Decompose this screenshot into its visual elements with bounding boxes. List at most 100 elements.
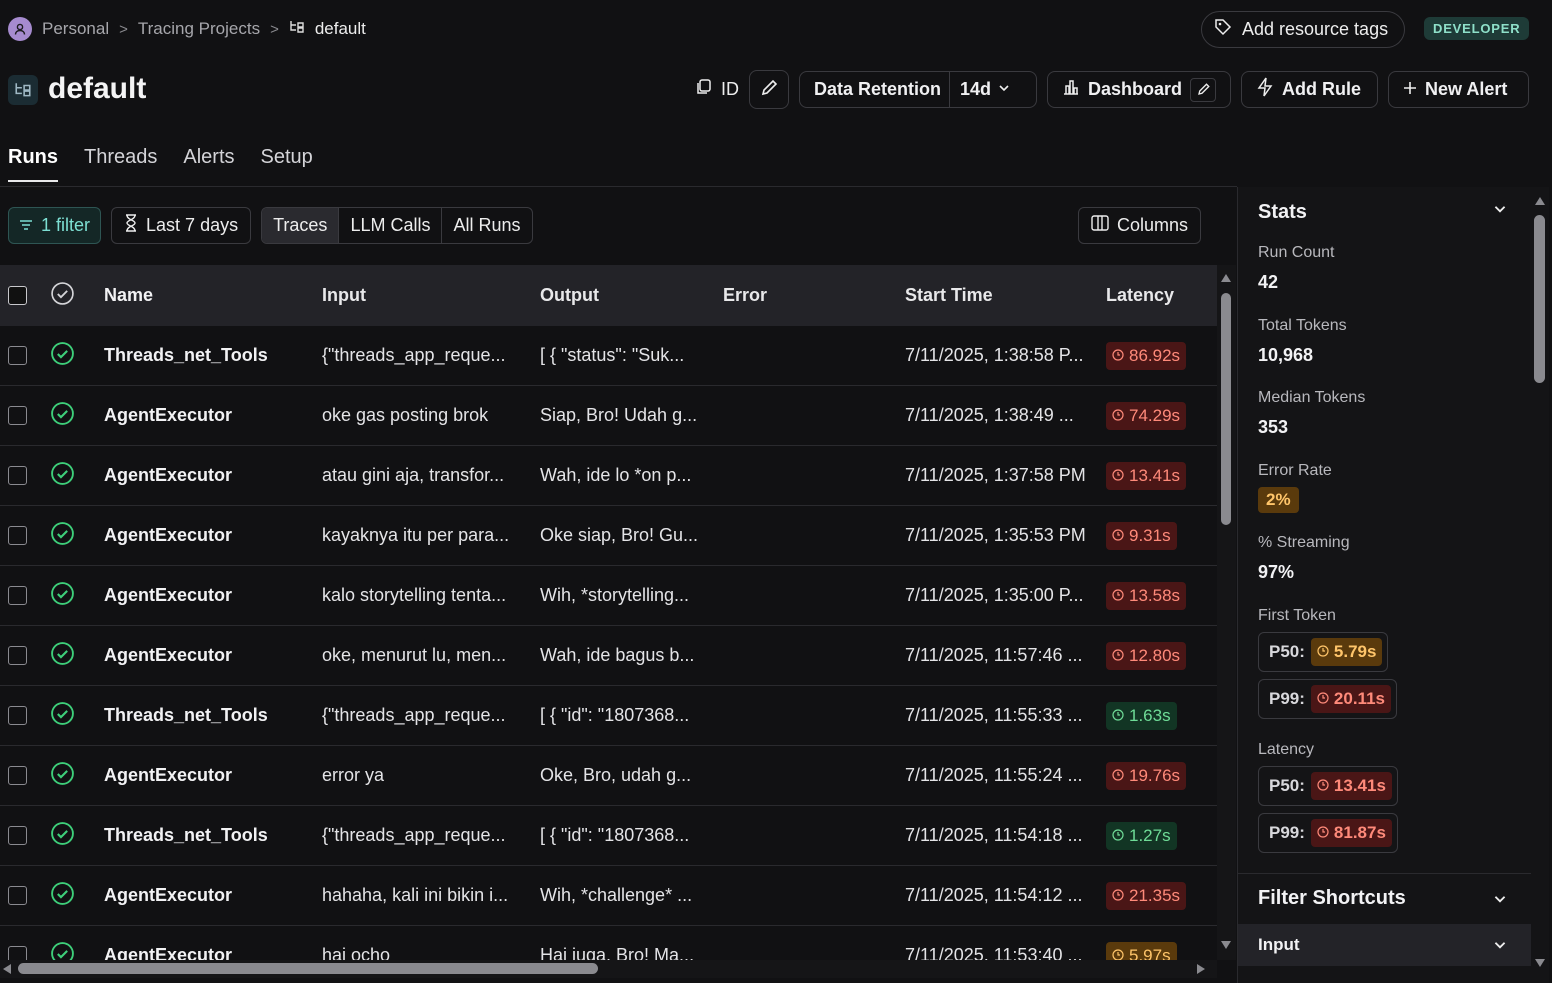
column-header-latency[interactable]: Latency	[1106, 285, 1216, 306]
total-tokens-label: Total Tokens	[1258, 317, 1347, 334]
run-input: oke, menurut lu, men...	[322, 645, 507, 665]
p50-label: P50:	[1269, 642, 1305, 661]
run-name[interactable]: AgentExecutor	[104, 765, 322, 786]
segment-all-runs[interactable]: All Runs	[442, 208, 531, 243]
date-range-button[interactable]: Last 7 days	[111, 207, 252, 244]
latency-value: 19.76s	[1129, 765, 1181, 785]
run-name[interactable]: AgentExecutor	[104, 645, 322, 666]
table-row[interactable]: AgentExecutor hai ocho Hai juga, Bro! Ma..…	[0, 926, 1217, 960]
first-token-p50-value: 5.79s	[1333, 642, 1377, 661]
tab-setup[interactable]: Setup	[261, 146, 313, 182]
column-header-name[interactable]: Name	[104, 285, 322, 306]
latency-badge: 9.31s	[1106, 521, 1177, 550]
filter-label: 1 filter	[41, 215, 91, 235]
run-name[interactable]: AgentExecutor	[104, 585, 322, 606]
dashboard-label: Dashboard	[1088, 79, 1183, 99]
column-header-error[interactable]: Error	[723, 285, 905, 306]
table-row[interactable]: Threads_net_Tools {"threads_app_reque... […	[0, 686, 1217, 746]
scroll-thumb[interactable]	[1221, 293, 1231, 525]
segment-llm-calls[interactable]: LLM Calls	[339, 208, 443, 243]
table-row[interactable]: AgentExecutor oke gas posting brok Siap, B…	[0, 386, 1217, 446]
scroll-thumb[interactable]	[18, 963, 598, 974]
status-cell	[50, 521, 104, 551]
table-row[interactable]: Threads_net_Tools {"threads_app_reque... […	[0, 326, 1217, 386]
run-start-time: 7/11/2025, 1:38:58 P...	[905, 345, 1084, 365]
pencil-icon[interactable]	[1190, 77, 1216, 102]
row-checkbox[interactable]	[8, 466, 27, 485]
latency-badge: 1.27s	[1106, 821, 1177, 850]
run-name[interactable]: AgentExecutor	[104, 885, 322, 906]
breadcrumb-section[interactable]: Tracing Projects	[138, 19, 260, 39]
column-header-input[interactable]: Input	[322, 285, 540, 306]
run-output: Oke siap, Bro! Gu...	[540, 525, 699, 545]
check-circle-icon	[50, 341, 75, 370]
segment-traces[interactable]: Traces	[262, 208, 340, 243]
latency-value: 9.31s	[1129, 525, 1171, 545]
scroll-thumb[interactable]	[1534, 215, 1545, 383]
latency-badge: 5.97s	[1106, 941, 1177, 960]
row-checkbox[interactable]	[8, 886, 27, 905]
table-vertical-scrollbar[interactable]	[1217, 265, 1236, 960]
latency-value: 13.58s	[1129, 585, 1181, 605]
run-name[interactable]: AgentExecutor	[104, 525, 322, 546]
table-row[interactable]: AgentExecutor oke, menurut lu, men... Wah,…	[0, 626, 1217, 686]
clock-icon	[1112, 346, 1124, 366]
run-name[interactable]: AgentExecutor	[104, 945, 322, 960]
row-checkbox[interactable]	[8, 526, 27, 545]
run-name[interactable]: AgentExecutor	[104, 405, 322, 426]
top-bar: Personal > Tracing Projects > default Ad…	[0, 0, 1552, 58]
tab-threads[interactable]: Threads	[84, 146, 157, 182]
check-circle-icon	[50, 521, 75, 550]
run-count-value: 42	[1258, 272, 1279, 292]
table-row[interactable]: Threads_net_Tools {"threads_app_reque... […	[0, 806, 1217, 866]
stats-scrollbar[interactable]	[1531, 187, 1549, 983]
status-cell	[50, 461, 104, 491]
columns-label: Columns	[1117, 215, 1189, 235]
row-checkbox[interactable]	[8, 706, 27, 725]
table-row[interactable]: AgentExecutor error ya Oke, Bro, udah g...…	[0, 746, 1217, 806]
data-retention-select[interactable]: 14d	[949, 72, 1011, 107]
run-output: [ { "id": "1807368...	[540, 705, 690, 725]
edit-project-button[interactable]	[749, 70, 789, 109]
column-header-start-time[interactable]: Start Time	[905, 285, 1106, 306]
check-circle-icon	[50, 401, 75, 430]
status-cell	[50, 341, 104, 371]
tab-runs[interactable]: Runs	[8, 146, 58, 182]
row-checkbox[interactable]	[8, 826, 27, 845]
chevron-down-icon[interactable]	[1492, 201, 1508, 221]
table-row[interactable]: AgentExecutor kalo storytelling tenta... W…	[0, 566, 1217, 626]
row-checkbox[interactable]	[8, 586, 27, 605]
data-retention-button[interactable]: Data Retention 14d	[799, 71, 1037, 108]
row-checkbox[interactable]	[8, 346, 27, 365]
row-checkbox[interactable]	[8, 646, 27, 665]
divider	[1238, 873, 1531, 874]
row-checkbox[interactable]	[8, 766, 27, 785]
table-horizontal-scrollbar[interactable]	[0, 960, 1217, 978]
run-name[interactable]: AgentExecutor	[104, 465, 322, 486]
filter-shortcut-input[interactable]: Input	[1238, 924, 1531, 966]
status-header[interactable]	[50, 281, 104, 311]
column-header-output[interactable]: Output	[540, 285, 723, 306]
new-alert-button[interactable]: New Alert	[1388, 71, 1529, 108]
chevron-down-icon[interactable]	[1492, 891, 1508, 911]
run-name[interactable]: Threads_net_Tools	[104, 345, 322, 366]
run-name[interactable]: Threads_net_Tools	[104, 825, 322, 846]
tab-alerts[interactable]: Alerts	[183, 146, 234, 182]
filter-button[interactable]: 1 filter	[8, 207, 102, 244]
row-checkbox[interactable]	[8, 946, 27, 960]
dashboard-button[interactable]: Dashboard	[1047, 71, 1231, 108]
breadcrumb-org[interactable]: Personal	[42, 19, 109, 39]
tab-bar: Runs Threads Alerts Setup	[8, 146, 313, 182]
table-row[interactable]: AgentExecutor kayaknya itu per para... Oke…	[0, 506, 1217, 566]
median-tokens-label: Median Tokens	[1258, 389, 1366, 406]
copy-id-button[interactable]: ID	[695, 78, 739, 101]
run-name[interactable]: Threads_net_Tools	[104, 705, 322, 726]
table-row[interactable]: AgentExecutor atau gini aja, transfor... W…	[0, 446, 1217, 506]
select-all-checkbox[interactable]	[8, 286, 27, 305]
row-checkbox[interactable]	[8, 406, 27, 425]
columns-button[interactable]: Columns	[1078, 207, 1202, 244]
add-rule-button[interactable]: Add Rule	[1241, 71, 1378, 108]
table-row[interactable]: AgentExecutor hahaha, kali ini bikin i...…	[0, 866, 1217, 926]
latency-p50-value: 13.41s	[1333, 776, 1386, 795]
add-resource-tags-button[interactable]: Add resource tags	[1201, 11, 1405, 48]
